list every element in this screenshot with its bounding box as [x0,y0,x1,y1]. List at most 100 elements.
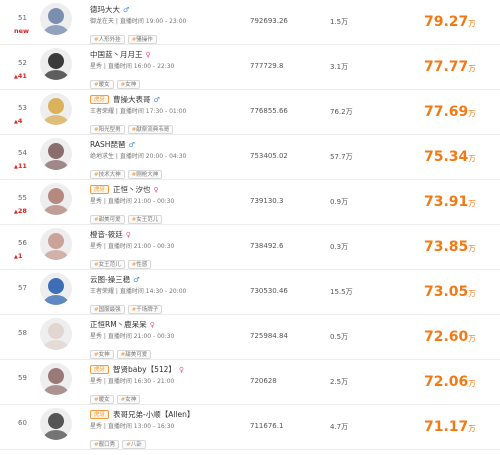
heat-unit: 万 [468,379,476,388]
avatar[interactable] [40,93,72,125]
table-row[interactable]: 54 ▲11 RASH琵琶 ♂ 绝地求生 | 直播时间 20:00 - 04:30 #技术… [0,135,500,180]
heat-unit: 万 [468,19,476,28]
female-icon: ♀ [125,230,131,239]
table-row[interactable]: 59 虎牙 智贤baby【512】 ♀ 星秀 | 直播时间 16:30 - 21:00 #… [0,360,500,405]
tag[interactable]: #女神 [90,350,114,359]
tag[interactable]: #暖女 [90,80,114,89]
rank-change-value: 4 [17,117,23,125]
table-row[interactable]: 51 new 德玛大大 ♂ 御龙在天 | 直播时间 19:00 - 23:00 #人形外挂… [0,0,500,45]
tag[interactable]: #技术大神 [90,170,125,179]
tag[interactable]: #性感 [127,260,152,269]
table-row[interactable]: 53 ▲4 虎牙 曹操大表哥 ♂ 王者荣耀 | 直播时间 17:30 - 01:00 #阳光… [0,90,500,135]
table-row[interactable]: 52 ▲41 中国蓝丶月月王 ♀ 星秀 | 直播时间 16:00 - 22:30 #暖女 #… [0,45,500,90]
tag-label: 靓口秀 [98,442,116,448]
streamer-name[interactable]: 正恒丶汐也 [113,184,151,195]
avatar[interactable] [40,138,72,170]
score-value: 730530.46 [250,287,288,295]
male-icon: ♂ [133,275,140,284]
live-time-label: 直播时间 [119,288,144,295]
tag-list: #国服最强 #千场牌子 [90,296,280,314]
rank-number: 53 [18,104,27,112]
avatar[interactable] [40,3,72,35]
streamer-name[interactable]: 中国蓝丶月月王 [90,49,143,60]
tag[interactable]: #国服最强 [90,305,125,314]
tag-label: 千场牌子 [136,307,159,313]
heat-value: 73.91万 [424,191,476,210]
streamer-name[interactable]: 橙音-筱廷 [90,229,123,240]
tag[interactable]: #女王范儿 [90,260,125,269]
rank-number: 58 [18,329,27,337]
avatar[interactable] [40,183,72,215]
tag[interactable]: #人形外挂 [90,35,125,44]
category: 绝地求生 [90,153,115,160]
score-value: 776855.66 [250,107,288,115]
heat-unit: 万 [468,334,476,343]
heat-value: 77.77万 [424,56,476,75]
live-time: 14:30 - 20:00 [145,288,187,295]
tag[interactable]: #女神 [116,395,141,404]
heat-unit: 万 [468,154,476,163]
tag[interactable]: #甜美可爱 [116,350,152,359]
live-time-label: 直播时间 [119,153,144,160]
heat-unit: 万 [468,289,476,298]
rank-change: ▲41 [14,72,27,80]
avatar[interactable] [40,318,72,350]
table-row[interactable]: 58 正恒RM丶鹿呆呆 ♀ 星秀 | 直播时间 21:00 - 00:30 #女神 #甜美… [0,315,500,360]
tag-label: 女神 [125,397,137,403]
avatar[interactable] [40,228,72,260]
tag[interactable]: #甜美可爱 [90,215,125,224]
table-row[interactable]: 57 云图-操三稳 ♂ 王者荣耀 | 直播时间 14:30 - 20:00 #国服最强 #… [0,270,500,315]
tag[interactable]: #靓口秀 [90,440,120,449]
rank-change: ▲28 [14,207,27,215]
live-time: 13:00 - 16:30 [133,423,175,430]
streamer-name[interactable]: RASH琵琶 [90,139,125,150]
fans-count: 57.7万 [330,153,353,161]
huya-badge: 虎牙 [90,185,110,194]
streamer-name[interactable]: 表哥兄弟-小顺【Allen】 [113,409,194,420]
tag[interactable]: #阳光型男 [90,125,125,134]
rank-change: new [14,27,29,35]
category: 星秀 [90,333,103,340]
rank-change-value: 1 [17,252,23,260]
rank-number: 51 [18,14,27,22]
rank-number: 55 [18,194,27,202]
heat-value: 75.34万 [424,146,476,165]
tag-label: 女王范儿 [136,217,159,223]
heat-number: 79.27 [424,14,469,30]
tag[interactable]: #千场牌子 [127,305,163,314]
tag[interactable]: #女王范儿 [127,215,163,224]
avatar[interactable] [40,363,72,395]
avatar[interactable] [40,408,72,440]
tag[interactable]: #女神 [116,80,141,89]
heat-number: 72.06 [424,374,469,390]
streamer-name[interactable]: 曹操大表哥 [113,94,151,105]
category: 御龙在天 [90,18,115,25]
table-row[interactable]: 56 ▲1 橙音-筱廷 ♀ 星秀 | 直播时间 21:00 - 00:30 #女王范儿 #性… [0,225,500,270]
streamer-name[interactable]: 智贤baby【512】 [113,364,176,375]
live-time: 16:00 - 22:30 [133,63,175,70]
tag[interactable]: #骚操作 [127,35,157,44]
huya-badge: 虎牙 [90,365,110,374]
table-row[interactable]: 60 虎牙 表哥兄弟-小顺【Allen】 星秀 | 直播时间 13:00 - 16:3… [0,405,500,450]
streamer-name[interactable]: 正恒RM丶鹿呆呆 [90,319,147,330]
category: 星秀 [90,243,103,250]
tag[interactable]: #暖女 [90,395,114,404]
tag[interactable]: #八卦 [122,440,146,449]
name-line: 虎牙 表哥兄弟-小顺【Allen】 [90,409,280,420]
rank-change-value: 41 [17,72,27,80]
category: 星秀 [90,423,103,430]
tag[interactable]: #献祭流典韦哥 [127,125,174,134]
score-value: 792693.26 [250,17,288,25]
live-time: 17:30 - 01:00 [145,108,187,115]
streamer-name[interactable]: 云图-操三稳 [90,274,130,285]
avatar[interactable] [40,273,72,305]
name-line: 虎牙 曹操大表哥 ♂ [90,94,280,105]
tag[interactable]: #刚枪大神 [127,170,163,179]
heat-number: 72.60 [424,329,469,345]
tag-label: 国服最强 [98,307,121,313]
table-row[interactable]: 55 ▲28 虎牙 正恒丶汐也 ♀ 星秀 | 直播时间 21:00 - 00:30 #甜美可… [0,180,500,225]
tag-list: #技术大神 #刚枪大神 [90,161,280,179]
avatar[interactable] [40,48,72,80]
streamer-name[interactable]: 德玛大大 [90,4,120,15]
heat-value: 72.06万 [424,371,476,390]
